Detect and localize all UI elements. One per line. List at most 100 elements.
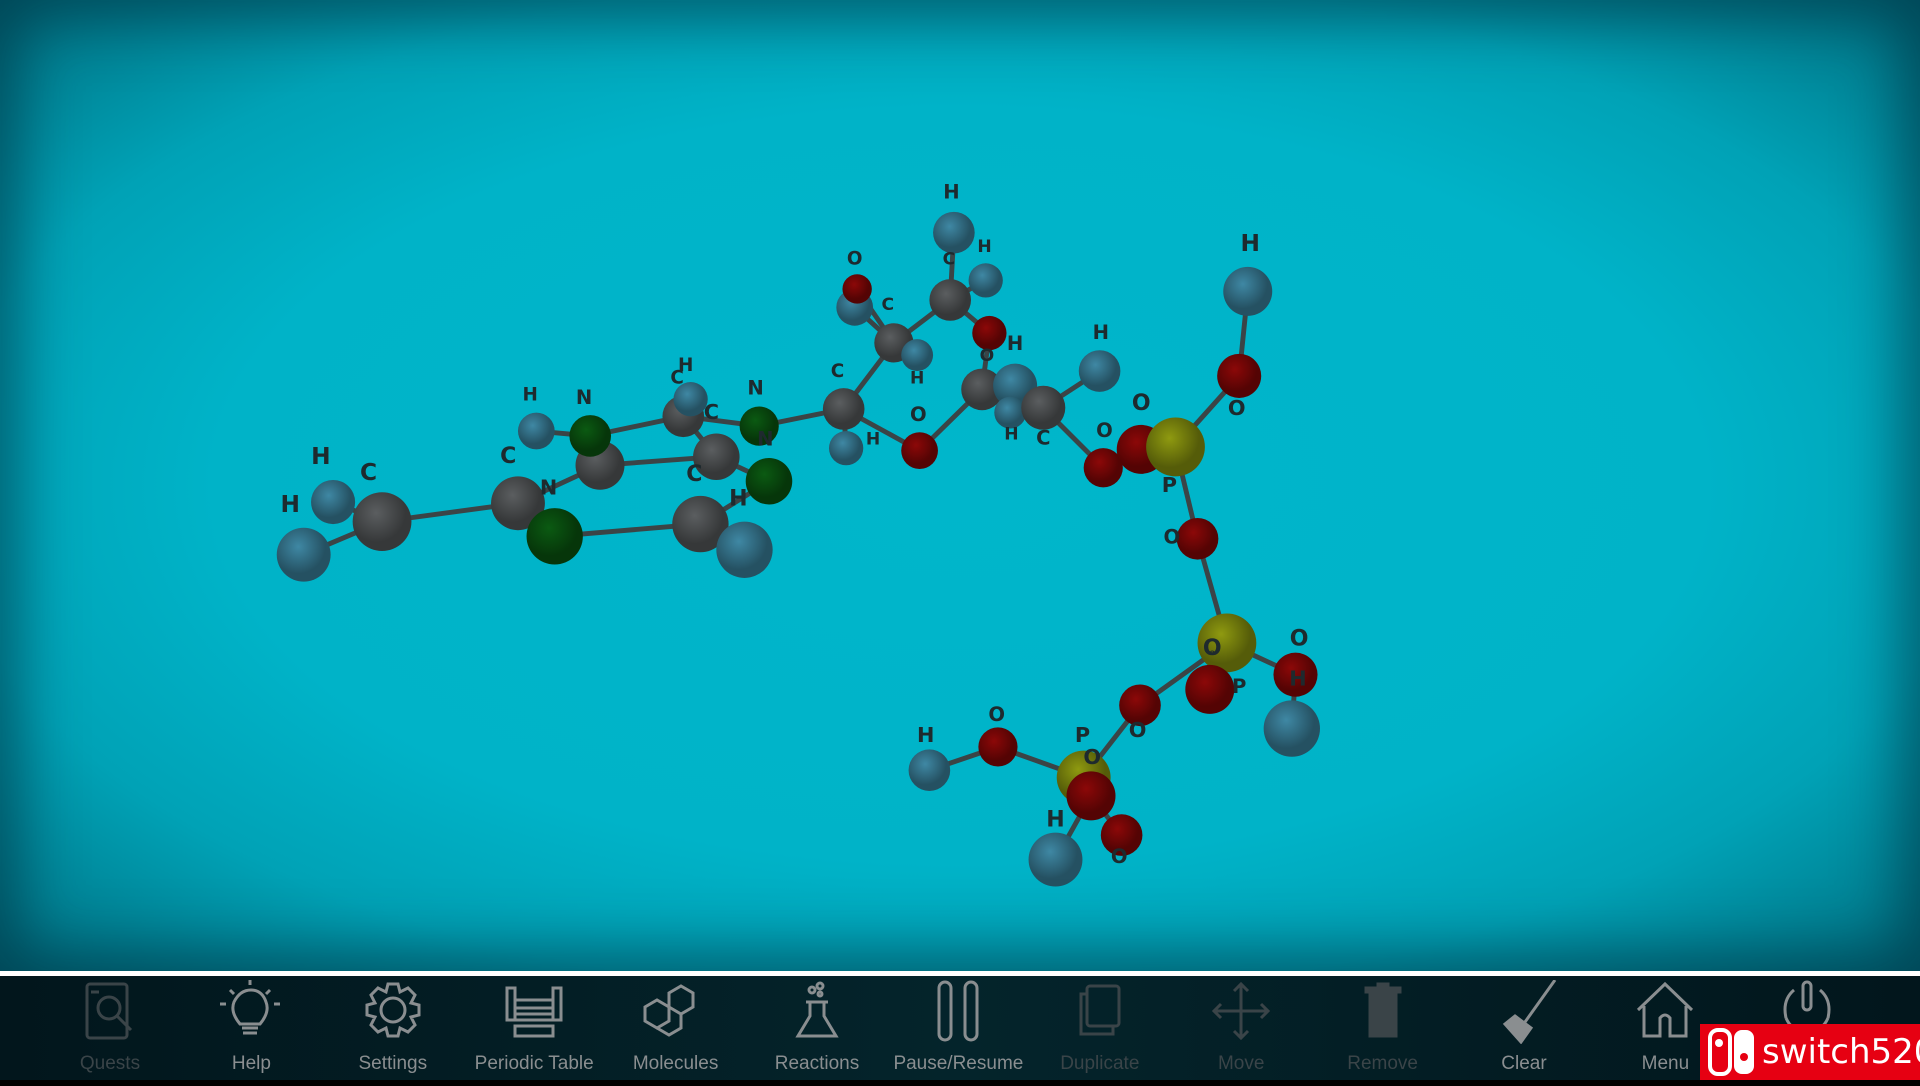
toolbar-remove-button[interactable]: Remove <box>1313 976 1453 1080</box>
atom-H[interactable] <box>716 521 773 578</box>
atom-label: C <box>500 444 516 469</box>
atom-O[interactable] <box>972 315 1007 351</box>
atom-label: O <box>1132 391 1151 416</box>
atom-O[interactable] <box>1185 664 1235 714</box>
atom-P[interactable] <box>1146 417 1205 477</box>
atom-H[interactable] <box>1263 700 1320 757</box>
move-arrows-icon <box>1212 981 1271 1041</box>
atom-O[interactable] <box>1066 771 1116 821</box>
toolbar-duplicate-button[interactable]: Duplicate <box>1030 976 1170 1080</box>
atom-N[interactable] <box>569 415 612 457</box>
atom-label: O <box>1228 396 1246 420</box>
toolbar-label: Reactions <box>774 1053 860 1074</box>
pause-icon <box>937 980 979 1042</box>
atom-label: O <box>1129 718 1147 742</box>
atom-H[interactable] <box>311 479 356 525</box>
atom-label: C <box>686 462 702 487</box>
quest-book-icon <box>85 982 133 1040</box>
atom-label: N <box>576 386 592 409</box>
molecule-viewport[interactable]: HHCCNNHCHCNNCHCHOCHOCHHOHHCHOOPOHOOOPHOP… <box>0 0 1920 971</box>
atom-O[interactable] <box>978 727 1018 767</box>
atom-label: N <box>747 376 763 399</box>
atom-C[interactable] <box>1021 385 1066 430</box>
atom-label: O <box>1164 526 1181 549</box>
toolbar-molecules-button[interactable]: Molecules <box>606 976 746 1080</box>
atom-label: H <box>1093 321 1109 344</box>
atom-O[interactable] <box>842 274 872 304</box>
atom-label: H <box>977 237 991 257</box>
atom-label: O <box>980 346 995 366</box>
toolbar-label: Move <box>1217 1053 1265 1074</box>
home-icon <box>1637 981 1694 1038</box>
atom-N[interactable] <box>526 508 583 565</box>
atom-label: H <box>1289 667 1306 691</box>
atom-H[interactable] <box>901 339 934 372</box>
periodic-table-icon <box>505 986 563 1038</box>
atom-O[interactable] <box>1083 448 1123 488</box>
atom-H[interactable] <box>1223 266 1273 316</box>
toolbar-label: Pause/Resume <box>893 1053 1024 1074</box>
atom-label: O <box>1111 845 1128 868</box>
atom-H[interactable] <box>1078 350 1121 392</box>
bottom-toolbar: Quests Help Settings Periodic Table Molecule… <box>0 976 1920 1080</box>
molecule-model[interactable]: HHCCNNHCHCNNCHCHOCHO CHHOHH CHOOPOHOOOP HOP… <box>0 0 1920 971</box>
atom-label: N <box>757 428 773 451</box>
atom-H[interactable] <box>828 431 864 466</box>
atom-label: P <box>1232 675 1246 698</box>
atom-H[interactable] <box>276 527 331 582</box>
atom-label: H <box>917 723 934 747</box>
atom-label: O <box>1096 419 1113 442</box>
flask-icon <box>795 981 839 1038</box>
switch-logo-icon <box>1704 1027 1760 1077</box>
atom-label: N <box>540 476 557 500</box>
atom-label: H <box>311 443 330 470</box>
toolbar-clear-button[interactable]: Clear <box>1454 976 1594 1080</box>
mop-icon <box>1502 980 1557 1044</box>
molecule-icon <box>643 984 695 1037</box>
atom-O[interactable] <box>1176 517 1219 560</box>
lightbulb-icon <box>220 980 281 1035</box>
atom-label: H <box>943 180 959 203</box>
atom-H[interactable] <box>908 749 951 792</box>
atom-H[interactable] <box>933 211 975 254</box>
atom-C[interactable] <box>822 388 865 430</box>
atom-label: O <box>910 403 927 426</box>
atom-label: O <box>1290 626 1309 651</box>
toolbar-label: Help <box>231 1053 271 1074</box>
toolbar-label: Remove <box>1347 1053 1418 1074</box>
toolbar-help-button[interactable]: Help <box>181 976 321 1080</box>
atom-label: H <box>866 429 880 449</box>
gear-icon <box>365 982 421 1038</box>
atom-label: C <box>881 295 894 315</box>
toolbar-reactions-button[interactable]: Reactions <box>747 976 887 1080</box>
atom-label: P <box>1162 473 1177 497</box>
toolbar-label: Clear <box>1501 1053 1547 1074</box>
atom-label: C <box>360 459 377 486</box>
atom-H[interactable] <box>517 412 555 450</box>
toolbar-label: Duplicate <box>1060 1053 1140 1074</box>
atom-O[interactable] <box>1217 353 1262 398</box>
toolbar-label: Molecules <box>632 1053 719 1074</box>
toolbar-label: Settings <box>358 1053 428 1074</box>
atom-label: P <box>1075 723 1090 747</box>
atom-O[interactable] <box>901 432 938 469</box>
toolbar-settings-button[interactable]: Settings <box>323 976 463 1080</box>
atom-label: O <box>988 703 1005 726</box>
atom-label: O <box>1210 650 1215 657</box>
watermark-text: switch520 <box>1762 1032 1920 1072</box>
atom-H[interactable] <box>968 263 1003 298</box>
toolbar-pause-resume-button[interactable]: Pause/Resume <box>888 976 1028 1080</box>
atom-N[interactable] <box>745 457 793 505</box>
toolbar-move-button[interactable]: Move <box>1171 976 1311 1080</box>
toolbar-quests-button[interactable]: Quests <box>40 976 180 1080</box>
atom-C[interactable] <box>929 279 972 321</box>
atom-label: O <box>847 248 863 269</box>
toolbar-periodic-table-button[interactable]: Periodic Table <box>464 976 604 1080</box>
atom-H[interactable] <box>1028 832 1083 887</box>
atom-label: O <box>1083 745 1101 769</box>
watermark: switch520 <box>1700 1024 1920 1080</box>
atom-label: H <box>729 487 747 512</box>
atom-label: C <box>943 249 956 269</box>
atom-label: C <box>704 400 719 424</box>
atom-C[interactable] <box>352 492 412 552</box>
